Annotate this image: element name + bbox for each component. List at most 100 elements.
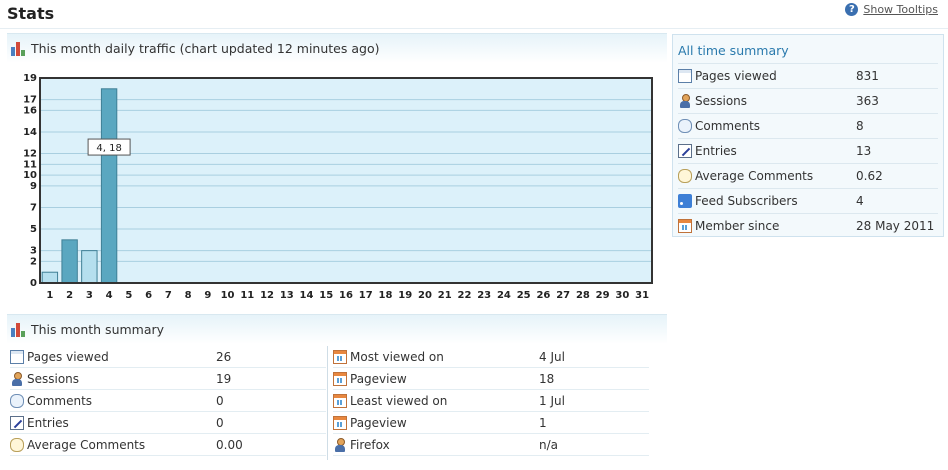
help-icon: ? (845, 3, 859, 16)
month-summary-row: Most viewed on 4 Jul (333, 346, 649, 368)
month-summary-row: Pages viewed 26 (10, 346, 326, 368)
row-label: Member since (695, 219, 780, 233)
row-value: 0 (216, 393, 224, 408)
summary-row: Entries 13 (678, 138, 938, 163)
x-tick-label: 6 (145, 290, 152, 301)
user-icon (10, 371, 24, 386)
x-tick-label: 9 (204, 290, 211, 301)
page-icon (10, 349, 24, 364)
alltime-summary-panel: All time summary Pages viewed 831 Sessions… (672, 34, 944, 237)
row-label: Pages viewed (27, 349, 109, 364)
y-tick-label: 14 (23, 127, 37, 138)
edit-icon (10, 415, 24, 430)
x-tick-label: 1 (46, 290, 53, 301)
x-tick-label: 24 (497, 290, 511, 301)
row-value: 363 (856, 94, 879, 108)
user-icon (333, 437, 347, 452)
x-tick-label: 10 (221, 290, 235, 301)
x-tick-label: 19 (398, 290, 412, 301)
calendar-icon (333, 349, 347, 364)
x-tick-label: 20 (418, 290, 432, 301)
stats-page: Stats ? Show Tooltips This month daily t… (0, 0, 948, 470)
row-label: Entries (27, 415, 69, 430)
row-label: Firefox (350, 437, 390, 452)
x-tick-label: 25 (517, 290, 531, 301)
x-tick-label: 14 (300, 290, 314, 301)
bar-chart-icon (11, 41, 27, 56)
row-label: Comments (695, 119, 761, 133)
y-tick-label: 2 (30, 256, 37, 267)
month-summary-title: This month summary (31, 322, 165, 337)
month-summary-row: Sessions 19 (10, 368, 326, 390)
row-value: 0.62 (856, 169, 883, 183)
row-label: Pageview (350, 371, 407, 386)
row-value: 4 Jul (539, 349, 565, 364)
row-value: 26 (216, 349, 232, 364)
row-label: Entries (695, 144, 737, 158)
x-tick-label: 2 (66, 290, 73, 301)
x-tick-label: 4 (106, 290, 113, 301)
plot-background (40, 78, 652, 283)
x-tick-label: 21 (438, 290, 452, 301)
x-tick-label: 5 (125, 290, 132, 301)
chart-bar (81, 250, 98, 284)
traffic-header: This month daily traffic (chart updated … (7, 33, 667, 63)
summary-row: Member since 28 May 2011 (678, 213, 938, 238)
page-title: Stats (7, 4, 55, 23)
month-summary-header: This month summary (7, 314, 667, 344)
month-summary-left: Pages viewed 26 Sessions 19 Comments 0 Entries… (10, 346, 326, 456)
comment-icon (10, 393, 24, 408)
row-value: 13 (856, 144, 872, 158)
edit-icon (678, 144, 692, 158)
summary-row: Average Comments 0.62 (678, 163, 938, 188)
summary-row: Sessions 363 (678, 88, 938, 113)
row-value: 4 (856, 194, 864, 208)
row-value: 0 (216, 415, 224, 430)
title-divider (0, 28, 948, 29)
row-label: Most viewed on (350, 349, 444, 364)
y-tick-label: 9 (30, 181, 37, 192)
x-tick-label: 13 (280, 290, 294, 301)
row-label: Pageview (350, 415, 407, 430)
row-label: Pages viewed (695, 69, 777, 83)
alltime-title: All time summary (678, 43, 789, 58)
x-tick-label: 11 (240, 290, 254, 301)
x-tick-label: 29 (596, 290, 610, 301)
month-summary-row: Average Comments 0.00 (10, 434, 326, 456)
row-label: Comments (27, 393, 93, 408)
month-summary-row: Firefox n/a (333, 434, 649, 456)
month-summary-right: Most viewed on 4 Jul Pageview 18 Least viewe… (333, 346, 649, 456)
x-tick-label: 18 (379, 290, 393, 301)
x-tick-label: 30 (615, 290, 629, 301)
show-tooltips-label[interactable]: Show Tooltips (863, 3, 938, 16)
comment-icon (678, 119, 692, 133)
show-tooltips-link[interactable]: ? Show Tooltips (845, 3, 938, 16)
x-tick-label: 7 (165, 290, 172, 301)
row-label: Average Comments (27, 437, 146, 452)
y-tick-label: 11 (23, 159, 37, 170)
x-tick-label: 17 (359, 290, 373, 301)
row-label: Average Comments (695, 169, 814, 183)
row-value: 1 Jul (539, 393, 565, 408)
x-tick-label: 3 (86, 290, 93, 301)
x-tick-label: 27 (556, 290, 570, 301)
calendar-icon (678, 219, 692, 233)
chart-bar (100, 88, 118, 284)
row-label: Sessions (695, 94, 748, 108)
row-label: Feed Subscribers (695, 194, 798, 208)
calendar-icon (333, 415, 347, 430)
month-summary-divider (327, 346, 328, 460)
x-tick-label: 26 (536, 290, 550, 301)
summary-row: Feed Subscribers 4 (678, 188, 938, 213)
y-tick-label: 5 (30, 224, 37, 235)
row-label: Least viewed on (350, 393, 448, 408)
row-value: 1 (539, 415, 547, 430)
chart-bar (61, 239, 78, 284)
bar-chart-icon (11, 322, 27, 337)
y-tick-label: 10 (23, 170, 37, 181)
row-value: 0.00 (216, 437, 243, 452)
y-tick-label: 7 (30, 202, 37, 213)
y-tick-label: 17 (23, 95, 37, 106)
x-tick-label: 12 (260, 290, 274, 301)
month-summary-row: Entries 0 (10, 412, 326, 434)
